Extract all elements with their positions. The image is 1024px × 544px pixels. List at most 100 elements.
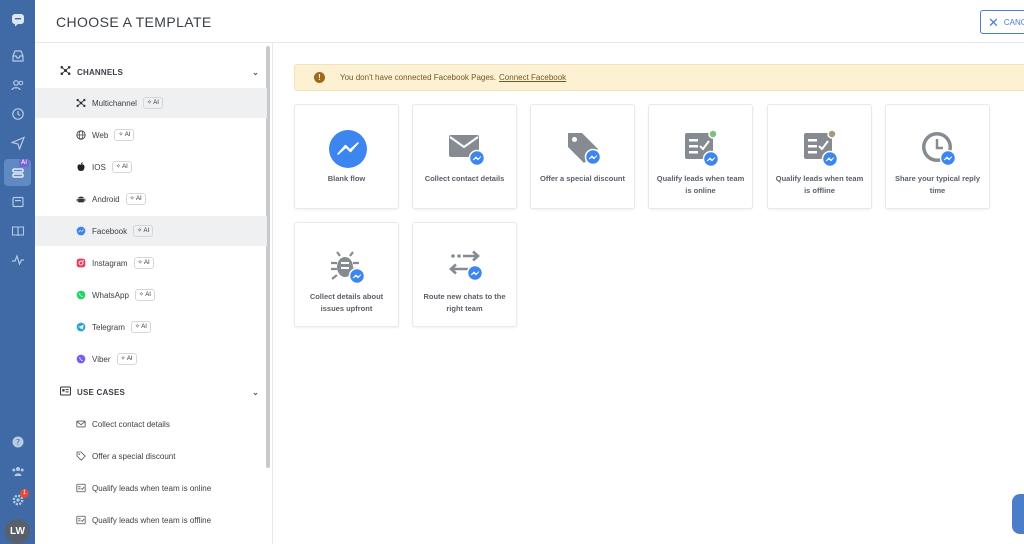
knowledge-base-icon[interactable]: [0, 218, 35, 244]
sidebar-item-facebook[interactable]: Facebook ✧ AI: [35, 216, 267, 246]
ai-badge: ✧ AI: [133, 257, 154, 269]
ai-badge: ✧ AI: [134, 289, 155, 301]
chatbots-icon[interactable]: AI: [4, 159, 31, 186]
sidebar-item-label: Collect contact details: [92, 419, 170, 429]
ai-badge: ✧ AI: [142, 97, 163, 109]
chat-logo-icon[interactable]: [0, 7, 35, 33]
multichannel-icon: [76, 98, 86, 108]
page-title: CHOOSE A TEMPLATE: [56, 14, 212, 30]
use-cases-section-header[interactable]: USE CASES ⌄: [35, 379, 267, 405]
ai-badge: ✧ AI: [114, 129, 135, 141]
warning-text: You don't have connected Facebook Pages.: [340, 73, 497, 82]
messenger-circle-icon: [329, 130, 367, 168]
sidebar-item-qualify-leads-offline[interactable]: Qualify leads when team is offline: [35, 505, 267, 535]
whatsapp-icon: [76, 290, 86, 300]
ai-badge: ✧ AI: [116, 353, 137, 365]
apple-icon: [76, 162, 86, 172]
sidebar-item-label: Android: [92, 194, 120, 204]
chevron-down-icon: ⌄: [252, 387, 259, 397]
sidebar-item-label: WhatsApp: [92, 290, 129, 300]
contacts-icon[interactable]: [0, 72, 35, 98]
template-label: Route new chats to the right team: [423, 292, 506, 313]
left-rail: AI ? 1 LW: [0, 0, 35, 544]
history-icon[interactable]: [0, 101, 35, 127]
ai-badge: ✧ AI: [125, 193, 146, 205]
template-card-route-new-chats[interactable]: Route new chats to the right team: [412, 222, 517, 327]
sidebar-item-label: Viber: [92, 354, 111, 364]
ai-badge: ✧ AI: [133, 225, 154, 237]
globe-icon: [76, 130, 86, 140]
sidebar-item-label: Qualify leads when team is online: [92, 483, 212, 493]
sidebar-item-label: Multichannel: [92, 98, 137, 108]
bug-icon: [331, 251, 366, 285]
template-label: Qualify leads when team is offline: [775, 174, 864, 195]
viber-icon: [76, 354, 86, 364]
sidebar-item-qualify-leads-online[interactable]: Qualify leads when team is online: [35, 473, 267, 503]
sidebar-item-collect-contact-details[interactable]: Collect contact details: [35, 409, 267, 439]
android-icon: [76, 194, 86, 204]
chat-widget-button[interactable]: [1012, 494, 1024, 534]
avatar[interactable]: LW: [5, 519, 30, 544]
template-card-qualify-leads-online[interactable]: Qualify leads when team is online: [648, 104, 753, 209]
template-label: Qualify leads when team is online: [656, 174, 745, 195]
template-sidebar: CHANNELS ⌄ Multichannel ✧ AI Web ✧ AI IO…: [35, 43, 273, 544]
envelope-icon: [449, 135, 486, 167]
connect-facebook-link[interactable]: Connect Facebook: [499, 73, 566, 82]
analytics-icon[interactable]: [0, 247, 35, 273]
qualify-online-icon: [685, 129, 720, 168]
header: CHOOSE A TEMPLATE ✕ CANC: [35, 0, 1024, 43]
sidebar-item-offer-special-discount[interactable]: Offer a special discount: [35, 441, 267, 471]
template-label: Blank flow: [327, 174, 366, 183]
sidebar-item-label: Offer a special discount: [92, 451, 176, 461]
close-icon: ✕: [988, 14, 999, 30]
sidebar-item-label: IOS: [92, 162, 106, 172]
svg-text:?: ?: [15, 438, 19, 447]
clock-icon: [922, 132, 957, 167]
ai-badge: ✧ AI: [111, 161, 132, 173]
cancel-button[interactable]: ✕ CANC: [980, 10, 1024, 34]
channels-icon: [59, 65, 71, 79]
sidebar-item-ios[interactable]: IOS ✧ AI: [35, 152, 267, 182]
sidebar-item-web[interactable]: Web ✧ AI: [35, 120, 267, 150]
telegram-icon: [76, 322, 86, 332]
sidebar-item-viber[interactable]: Viber ✧ AI: [35, 344, 267, 374]
template-card-blank-flow[interactable]: Blank flow: [294, 104, 399, 209]
widget-icon[interactable]: [0, 189, 35, 215]
template-card-qualify-leads-offline[interactable]: Qualify leads when team is offline: [767, 104, 872, 209]
envelope-icon: [76, 419, 86, 429]
ai-badge: ✧ AI: [130, 321, 151, 333]
sidebar-item-whatsapp[interactable]: WhatsApp ✧ AI: [35, 280, 267, 310]
channels-section-header[interactable]: CHANNELS ⌄: [35, 59, 267, 85]
qualify-offline-icon: [76, 515, 86, 525]
sidebar-item-telegram[interactable]: Telegram ✧ AI: [35, 312, 267, 342]
sidebar-item-multichannel[interactable]: Multichannel ✧ AI: [35, 88, 267, 118]
template-label: Collect contact details: [424, 174, 505, 183]
instagram-icon: [76, 258, 86, 268]
qualify-offline-icon: [804, 129, 839, 168]
sidebar-item-label: Telegram: [92, 322, 125, 332]
route-arrows-icon: [449, 250, 484, 282]
template-label: Offer a special discount: [539, 174, 626, 183]
sidebar-item-label: Qualify leads when team is offline: [92, 515, 212, 525]
template-card-collect-contact-details[interactable]: Collect contact details: [412, 104, 517, 209]
warning-icon: !: [314, 72, 325, 83]
inbox-icon[interactable]: [0, 43, 35, 69]
team-icon[interactable]: [0, 458, 35, 484]
channels-header-label: CHANNELS: [77, 67, 124, 77]
cancel-label: CANC: [1003, 17, 1024, 27]
template-card-offer-special-discount[interactable]: Offer a special discount: [530, 104, 635, 209]
sidebar-item-label: Instagram: [92, 258, 128, 268]
sidebar-item-label: Web: [92, 130, 109, 140]
facebook-warning-banner: ! You don't have connected Facebook Page…: [294, 64, 1024, 91]
use-cases-header-label: USE CASES: [77, 387, 126, 397]
notification-badge: 1: [20, 489, 29, 498]
send-icon[interactable]: [0, 130, 35, 156]
settings-icon[interactable]: 1: [0, 487, 35, 513]
template-label: Collect details about issues upfront: [309, 292, 384, 313]
template-card-share-reply-time[interactable]: Share your typical reply time: [885, 104, 990, 209]
template-card-collect-issue-details[interactable]: Collect details about issues upfront: [294, 222, 399, 327]
messenger-icon: [76, 226, 86, 236]
sidebar-item-instagram[interactable]: Instagram ✧ AI: [35, 248, 267, 278]
sidebar-item-android[interactable]: Android ✧ AI: [35, 184, 267, 214]
help-icon[interactable]: ?: [0, 429, 35, 455]
